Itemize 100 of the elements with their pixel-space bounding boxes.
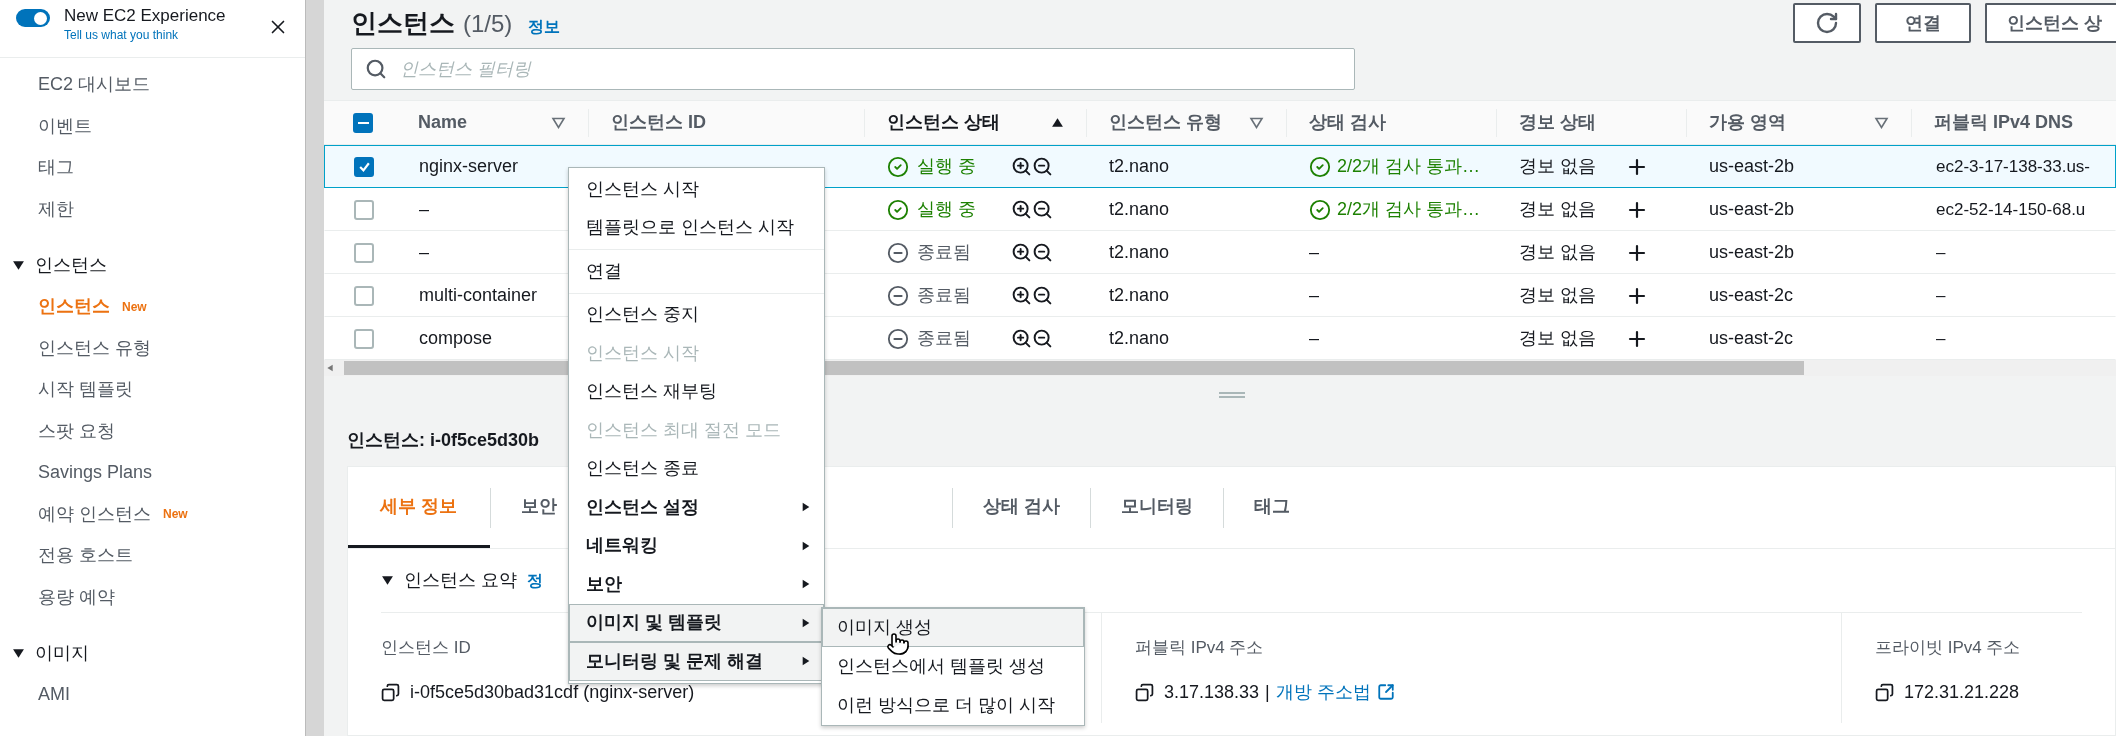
page-title: 인스턴스: [351, 7, 455, 40]
field-label: 인스턴스 ID: [381, 637, 471, 659]
check-circle-icon: [1309, 155, 1331, 178]
column-header[interactable]: 퍼블릭 IPv4 DNS: [1934, 109, 2074, 136]
scroll-left-icon: [326, 364, 334, 372]
copy-icon[interactable]: [1135, 682, 1154, 702]
new-label: New: [163, 506, 188, 524]
table-cell: –: [1936, 328, 1946, 348]
status-check-text: –: [1309, 241, 1319, 264]
menu-item[interactable]: 인스턴스에서 템플릿 생성: [822, 647, 1084, 686]
refresh-button[interactable]: [1793, 3, 1861, 43]
refresh-icon: [1815, 11, 1839, 35]
nav-item[interactable]: Savings Plans: [38, 459, 153, 487]
zoom-in-icon[interactable]: [1011, 285, 1032, 306]
zoom-in-icon[interactable]: [1011, 156, 1032, 177]
tab[interactable]: 상태 검사: [953, 467, 1090, 548]
nav-item[interactable]: 제한: [38, 195, 74, 223]
nav-item[interactable]: 인스턴스 유형: [38, 334, 151, 362]
column-header[interactable]: 상태 검사: [1309, 109, 1386, 136]
column-header[interactable]: Name: [418, 109, 468, 136]
nav-item[interactable]: 시작 템플릿: [38, 376, 133, 404]
nav-item[interactable]: 이벤트: [38, 112, 92, 140]
table-cell: –: [419, 199, 429, 219]
toggle-switch[interactable]: [16, 9, 50, 27]
detail-title: 인스턴스: i-0f5ce5d30b: [347, 428, 540, 452]
checkbox[interactable]: [354, 242, 374, 263]
search-field[interactable]: 인스턴스 필터링: [351, 48, 1355, 90]
column-header[interactable]: 경보 상태: [1519, 109, 1596, 136]
menu-item[interactable]: 인스턴스 재부팅: [569, 372, 824, 411]
column-header[interactable]: 인스턴스 유형: [1109, 109, 1222, 136]
separator-text: |: [1265, 680, 1270, 704]
nav-item[interactable]: 예약 인스턴스: [38, 500, 151, 528]
table-cell: t2.nano: [1109, 328, 1170, 348]
table-cell-text: 경보 없음: [1519, 241, 1596, 264]
checkbox[interactable]: [354, 156, 374, 177]
check-circle-icon: [887, 155, 909, 178]
state-text: 종료됨: [917, 327, 971, 350]
action-button[interactable]: 연결: [1875, 3, 1971, 43]
zoom-in-icon[interactable]: [1011, 199, 1032, 220]
banner-title: New EC2 Experience: [64, 5, 226, 27]
table-cell: multi-container: [419, 285, 538, 305]
column-header[interactable]: 가용 영역: [1709, 109, 1786, 136]
state-text: 종료됨: [917, 284, 971, 307]
status-check-text: –: [1309, 284, 1319, 307]
zoom-in-icon[interactable]: [1011, 328, 1032, 349]
zoom-out-icon[interactable]: [1032, 242, 1053, 263]
copy-icon[interactable]: [1875, 682, 1894, 702]
menu-item[interactable]: 모니터링 및 문제 해결: [569, 642, 824, 681]
zoom-out-icon[interactable]: [1032, 328, 1053, 349]
info-link[interactable]: 정보: [528, 15, 561, 39]
zoom-in-icon[interactable]: [1011, 242, 1032, 263]
column-header[interactable]: 인스턴스 ID: [611, 109, 706, 136]
nav-item[interactable]: AMI: [38, 681, 70, 709]
table-cell: ec2-3-17-138-33.us-: [1936, 156, 2091, 176]
nav-section-title[interactable]: 이미지: [35, 639, 89, 667]
menu-item[interactable]: 이런 방식으로 더 많이 시작: [822, 686, 1084, 725]
column-header[interactable]: 인스턴스 상태: [887, 109, 1000, 136]
nav-section-title[interactable]: 인스턴스: [35, 251, 107, 279]
checkbox[interactable]: [354, 285, 374, 306]
menu-item[interactable]: 보안: [569, 565, 824, 604]
state-text: 실행 중: [917, 198, 976, 221]
table-cell: us-east-2c: [1709, 285, 1794, 305]
table-cell: compose: [419, 328, 493, 348]
check-circle-icon: [887, 198, 909, 221]
table-cell: us-east-2b: [1709, 156, 1795, 176]
section-title[interactable]: 인스턴스 요약: [404, 567, 517, 594]
action-button[interactable]: 인스턴스 상: [1985, 3, 2116, 43]
filter-icon[interactable]: [551, 116, 566, 129]
nav-item[interactable]: 용량 예약: [38, 583, 115, 611]
menu-item[interactable]: 이미지 및 템플릿: [569, 603, 824, 642]
nav-item[interactable]: 스팟 요청: [38, 417, 115, 445]
state-text: 종료됨: [917, 241, 971, 264]
tab[interactable]: 태그: [1224, 467, 1320, 548]
menu-item[interactable]: 연결: [569, 252, 824, 291]
sidebar-scrollbar[interactable]: [305, 0, 324, 736]
open-address-link[interactable]: 개방 주소법: [1275, 678, 1371, 706]
search-icon: [365, 58, 387, 80]
filter-icon[interactable]: [1249, 116, 1264, 129]
tab[interactable]: 모니터링: [1091, 467, 1223, 548]
submenu-arrow-icon: [801, 617, 811, 628]
checkbox[interactable]: [354, 199, 374, 220]
zoom-out-icon[interactable]: [1032, 156, 1053, 177]
submenu-arrow-icon: [801, 656, 811, 667]
zoom-out-icon[interactable]: [1032, 285, 1053, 306]
nav-item[interactable]: 전용 호스트: [38, 542, 133, 570]
resize-handle[interactable]: [1218, 392, 1245, 398]
status-check-text: –: [1309, 327, 1319, 350]
filter-icon[interactable]: [1874, 116, 1889, 129]
external-link-icon[interactable]: [1376, 683, 1395, 701]
checkbox[interactable]: [354, 328, 374, 349]
info-link[interactable]: 정: [527, 568, 543, 593]
zoom-out-icon[interactable]: [1032, 199, 1053, 220]
nav-item[interactable]: 태그: [38, 154, 74, 182]
checkbox[interactable]: [353, 112, 373, 133]
copy-icon[interactable]: [381, 682, 400, 702]
nav-item[interactable]: EC2 대시보드: [38, 71, 151, 99]
status-check-text[interactable]: 2/2개 검사 통과…: [1337, 196, 1481, 223]
status-check-text[interactable]: 2/2개 검사 통과…: [1337, 153, 1481, 180]
menu-item[interactable]: 이미지 생성: [822, 608, 1084, 647]
feedback-link[interactable]: Tell us what you think: [64, 28, 226, 42]
